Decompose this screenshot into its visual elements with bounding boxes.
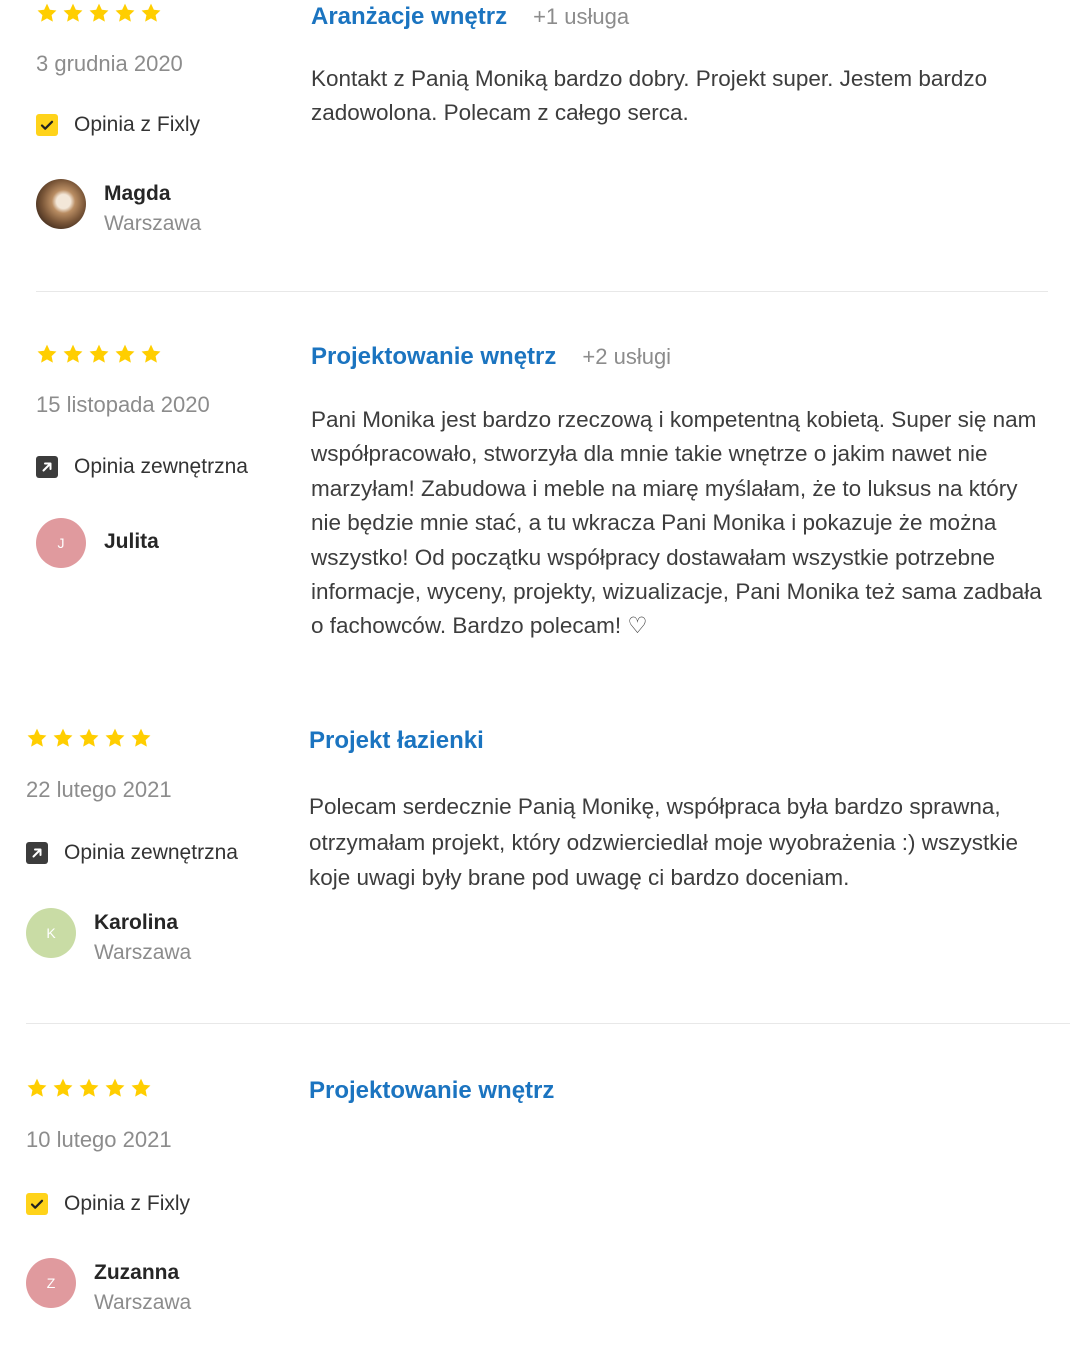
star-icon — [115, 3, 135, 22]
review-source: Opinia z Fixly — [36, 113, 200, 137]
star-icon — [53, 728, 73, 747]
service-title[interactable]: Aranżacje wnętrz — [311, 3, 507, 31]
avatar: K — [26, 908, 76, 958]
service-title[interactable]: Projekt łazienki — [309, 727, 484, 755]
extra-services: +1 usługa — [533, 4, 630, 29]
reviewer-city: Warszawa — [94, 1291, 192, 1314]
review-text: Kontakt z Panią Moniką bardzo dobry. Pro… — [311, 66, 988, 126]
divider — [36, 291, 1048, 292]
review-date: 15 listopada 2020 — [36, 392, 210, 417]
review-source-label: Opinia zewnętrzna — [74, 455, 248, 478]
review-text: Polecam serdecznie Panią Monikę, współpr… — [309, 794, 1018, 890]
service-title[interactable]: Projektowanie wnętrz — [309, 1077, 554, 1105]
review-source: Opinia zewnętrzna — [36, 455, 248, 479]
checkmark-icon — [26, 1193, 48, 1215]
star-icon — [79, 1078, 99, 1097]
star-icon — [105, 1078, 125, 1097]
review-source: Opinia z Fixly — [26, 1192, 190, 1216]
external-link-icon — [26, 842, 48, 864]
star-icon — [37, 344, 57, 363]
rating-stars — [26, 1076, 152, 1100]
reviewer-name: Magda — [104, 182, 171, 205]
reviewer-city: Warszawa — [104, 212, 202, 235]
review-date: 10 lutego 2021 — [26, 1127, 172, 1152]
star-icon — [89, 344, 109, 363]
review-source: Opinia zewnętrzna — [26, 841, 238, 865]
reviewer: Z Zuzanna Warszawa — [26, 1258, 191, 1318]
review-date: 22 lutego 2021 — [26, 777, 172, 802]
review-text: Pani Monika jest bardzo rzeczową i kompe… — [311, 407, 1042, 639]
star-icon — [27, 728, 47, 747]
rating-stars — [36, 1, 162, 25]
rating-stars — [36, 342, 162, 366]
reviewer-city: Warszawa — [94, 941, 192, 964]
checkmark-icon — [36, 114, 58, 136]
reviewer-name: Zuzanna — [94, 1261, 180, 1284]
reviewer-name: Karolina — [94, 911, 179, 934]
star-icon — [63, 3, 83, 22]
star-icon — [27, 1078, 47, 1097]
avatar — [36, 179, 86, 229]
reviewer: J Julita — [36, 518, 159, 568]
review-source-label: Opinia zewnętrzna — [64, 841, 238, 864]
reviewer-name: Julita — [104, 530, 159, 553]
extra-services: +2 usługi — [582, 344, 672, 369]
reviewer: K Karolina Warszawa — [26, 908, 191, 968]
star-icon — [141, 3, 161, 22]
star-icon — [79, 728, 99, 747]
star-icon — [131, 1078, 151, 1097]
service-title[interactable]: Projektowanie wnętrz — [311, 343, 556, 371]
review-header: Projekt łazienki — [309, 727, 484, 755]
star-icon — [37, 3, 57, 22]
review-header: Aranżacje wnętrz +1 usługa — [311, 3, 629, 31]
star-icon — [105, 728, 125, 747]
external-link-icon — [36, 456, 58, 478]
star-icon — [115, 344, 135, 363]
star-icon — [131, 728, 151, 747]
avatar: J — [36, 518, 86, 568]
divider — [26, 1023, 1070, 1024]
star-icon — [141, 344, 161, 363]
star-icon — [63, 344, 83, 363]
review-date: 3 grudnia 2020 — [36, 51, 183, 76]
rating-stars — [26, 726, 152, 750]
review-source-label: Opinia z Fixly — [64, 1192, 191, 1215]
star-icon — [53, 1078, 73, 1097]
star-icon — [89, 3, 109, 22]
avatar: Z — [26, 1258, 76, 1308]
review-header: Projektowanie wnętrz +2 usługi — [311, 343, 671, 371]
reviewer: Magda Warszawa — [36, 179, 201, 239]
review-header: Projektowanie wnętrz — [309, 1077, 554, 1105]
review-source-label: Opinia z Fixly — [74, 113, 201, 136]
